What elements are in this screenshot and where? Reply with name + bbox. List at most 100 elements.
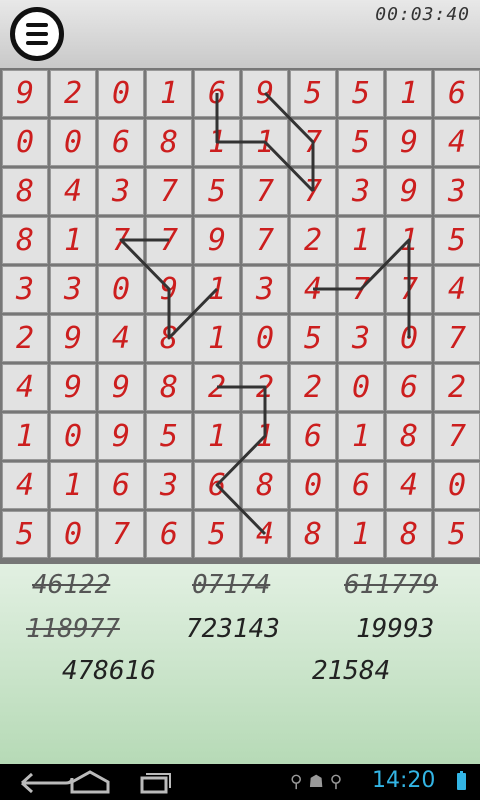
grid-cell[interactable]: 9 [242, 70, 288, 117]
grid-cell[interactable]: 6 [98, 119, 144, 166]
grid-cell[interactable]: 1 [50, 217, 96, 264]
grid-cell[interactable]: 6 [434, 70, 480, 117]
grid-cell[interactable]: 3 [338, 168, 384, 215]
grid-cell[interactable]: 7 [146, 168, 192, 215]
grid-cell[interactable]: 7 [242, 217, 288, 264]
number-grid[interactable]: 9201695516006811759484375773938177972115… [2, 70, 480, 558]
grid-cell[interactable]: 7 [242, 168, 288, 215]
grid-cell[interactable]: 0 [290, 462, 336, 509]
grid-cell[interactable]: 2 [434, 364, 480, 411]
grid-cell[interactable]: 1 [2, 413, 48, 460]
grid-cell[interactable]: 4 [2, 364, 48, 411]
grid-cell[interactable]: 5 [2, 511, 48, 558]
grid-cell[interactable]: 8 [242, 462, 288, 509]
grid-cell[interactable]: 1 [194, 266, 240, 313]
grid-cell[interactable]: 1 [386, 217, 432, 264]
grid-cell[interactable]: 2 [50, 70, 96, 117]
grid-cell[interactable]: 7 [98, 511, 144, 558]
grid-cell[interactable]: 5 [338, 119, 384, 166]
grid-cell[interactable]: 2 [290, 217, 336, 264]
grid-cell[interactable]: 8 [146, 364, 192, 411]
grid-cell[interactable]: 0 [98, 70, 144, 117]
grid-cell[interactable]: 7 [146, 217, 192, 264]
grid-cell[interactable]: 1 [242, 413, 288, 460]
grid-cell[interactable]: 7 [98, 217, 144, 264]
grid-cell[interactable]: 6 [290, 413, 336, 460]
grid-cell[interactable]: 1 [338, 217, 384, 264]
grid-cell[interactable]: 7 [290, 119, 336, 166]
grid-cell[interactable]: 5 [194, 511, 240, 558]
grid-cell[interactable]: 5 [194, 168, 240, 215]
grid-cell[interactable]: 5 [290, 315, 336, 362]
grid-cell[interactable]: 3 [98, 168, 144, 215]
grid-cell[interactable]: 3 [434, 168, 480, 215]
grid-cell[interactable]: 9 [98, 364, 144, 411]
grid-cell[interactable]: 9 [50, 364, 96, 411]
grid-cell[interactable]: 0 [50, 511, 96, 558]
grid-cell[interactable]: 3 [50, 266, 96, 313]
grid-cell[interactable]: 9 [2, 70, 48, 117]
grid-cell[interactable]: 8 [146, 119, 192, 166]
grid-cell[interactable]: 7 [338, 266, 384, 313]
grid-cell[interactable]: 7 [434, 413, 480, 460]
grid-cell[interactable]: 8 [290, 511, 336, 558]
grid-cell[interactable]: 4 [434, 266, 480, 313]
grid-cell[interactable]: 0 [242, 315, 288, 362]
grid-cell[interactable]: 5 [290, 70, 336, 117]
grid-cell[interactable]: 0 [386, 315, 432, 362]
grid-cell[interactable]: 9 [98, 413, 144, 460]
recent-apps-button[interactable] [126, 768, 186, 796]
grid-cell[interactable]: 1 [194, 119, 240, 166]
grid-cell[interactable]: 4 [98, 315, 144, 362]
grid-cell[interactable]: 0 [2, 119, 48, 166]
grid-cell[interactable]: 0 [98, 266, 144, 313]
grid-cell[interactable]: 2 [2, 315, 48, 362]
grid-cell[interactable]: 4 [434, 119, 480, 166]
grid-cell[interactable]: 1 [194, 413, 240, 460]
grid-cell[interactable]: 0 [50, 119, 96, 166]
grid-cell[interactable]: 6 [98, 462, 144, 509]
grid-cell[interactable]: 1 [146, 70, 192, 117]
grid-cell[interactable]: 6 [194, 462, 240, 509]
grid-cell[interactable]: 6 [386, 364, 432, 411]
grid-cell[interactable]: 1 [386, 70, 432, 117]
grid-cell[interactable]: 1 [338, 511, 384, 558]
grid-cell[interactable]: 9 [386, 119, 432, 166]
grid-cell[interactable]: 3 [242, 266, 288, 313]
grid-cell[interactable]: 6 [194, 70, 240, 117]
grid-cell[interactable]: 1 [242, 119, 288, 166]
grid-cell[interactable]: 4 [386, 462, 432, 509]
grid-cell[interactable]: 7 [434, 315, 480, 362]
grid-cell[interactable]: 1 [194, 315, 240, 362]
grid-cell[interactable]: 0 [50, 413, 96, 460]
menu-button[interactable] [10, 7, 64, 61]
grid-cell[interactable]: 6 [338, 462, 384, 509]
grid-cell[interactable]: 1 [50, 462, 96, 509]
grid-cell[interactable]: 4 [2, 462, 48, 509]
grid-cell[interactable]: 8 [146, 315, 192, 362]
grid-cell[interactable]: 9 [146, 266, 192, 313]
grid-cell[interactable]: 8 [2, 217, 48, 264]
grid-cell[interactable]: 6 [146, 511, 192, 558]
grid-cell[interactable]: 5 [434, 511, 480, 558]
grid-cell[interactable]: 3 [146, 462, 192, 509]
grid-cell[interactable]: 2 [242, 364, 288, 411]
grid-cell[interactable]: 7 [290, 168, 336, 215]
grid-cell[interactable]: 5 [146, 413, 192, 460]
grid-cell[interactable]: 1 [338, 413, 384, 460]
grid-cell[interactable]: 7 [386, 266, 432, 313]
grid-cell[interactable]: 2 [290, 364, 336, 411]
grid-cell[interactable]: 8 [386, 413, 432, 460]
grid-cell[interactable]: 0 [434, 462, 480, 509]
grid-cell[interactable]: 3 [338, 315, 384, 362]
grid-cell[interactable]: 0 [338, 364, 384, 411]
grid-cell[interactable]: 9 [386, 168, 432, 215]
grid-cell[interactable]: 4 [50, 168, 96, 215]
grid-cell[interactable]: 9 [194, 217, 240, 264]
grid-cell[interactable]: 4 [242, 511, 288, 558]
grid-cell[interactable]: 5 [338, 70, 384, 117]
grid-cell[interactable]: 2 [194, 364, 240, 411]
home-button[interactable] [62, 768, 122, 796]
grid-cell[interactable]: 5 [434, 217, 480, 264]
grid-cell[interactable]: 8 [386, 511, 432, 558]
